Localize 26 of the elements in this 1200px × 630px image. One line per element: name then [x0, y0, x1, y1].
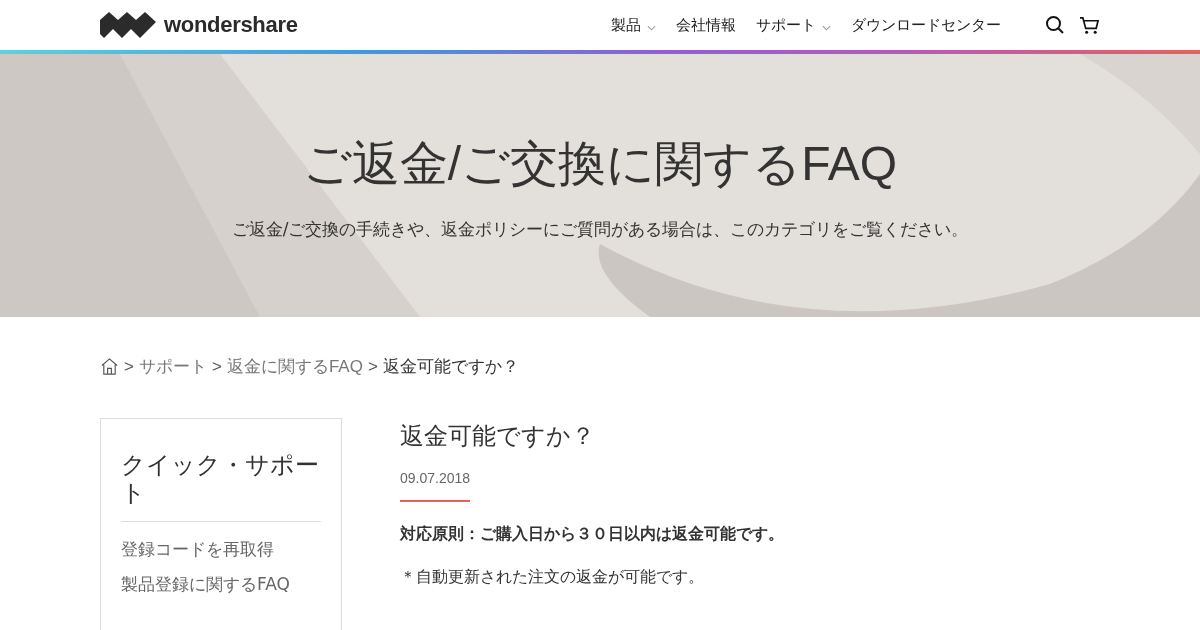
logo-icon	[100, 12, 156, 38]
nav-link[interactable]: ダウンロードセンター	[851, 15, 1001, 35]
nav-link[interactable]: 会社情報	[676, 15, 736, 35]
sidebar-link[interactable]: 製品登録に関するFAQ	[121, 573, 321, 595]
chevron-icon	[647, 25, 656, 31]
sidebar-title: クイック・サポート	[121, 451, 321, 522]
article-title: 返金可能ですか？	[400, 421, 596, 452]
search-icon[interactable]	[1045, 15, 1065, 35]
breadcrumb-link[interactable]: サポート	[138, 355, 207, 378]
nav-link[interactable]: サポート	[756, 15, 831, 35]
chevron-icon	[822, 25, 831, 31]
article-date: 09.07.2018	[400, 470, 470, 502]
breadcrumb-separator: >	[367, 356, 378, 377]
article-paragraph: 対応原則：ご購入日から３０日以内は返金可能です。	[400, 524, 785, 545]
breadcrumb-separator: >	[124, 356, 134, 377]
hero-title: ご返金/ご交換に関するFAQ	[302, 136, 898, 192]
nav-link[interactable]: 製品	[611, 15, 656, 35]
home-icon[interactable]	[100, 357, 119, 376]
brand-name[interactable]: wondershare	[164, 12, 298, 38]
breadcrumb-current: 返金可能ですか？	[382, 356, 519, 378]
article-paragraph: ＊自動更新された注文の返金が可能です。	[400, 567, 705, 588]
sidebar-link[interactable]: 登録コードを再取得	[121, 538, 321, 560]
breadcrumb-link[interactable]: 返金に関するFAQ	[226, 355, 363, 378]
hero-subtitle: ご返金/ご交換の手続きや、返金ポリシーにご質問がある場合は、このカテゴリをご覧ください。	[231, 218, 969, 241]
breadcrumb-separator: >	[211, 356, 222, 377]
cart-icon[interactable]	[1079, 15, 1100, 35]
